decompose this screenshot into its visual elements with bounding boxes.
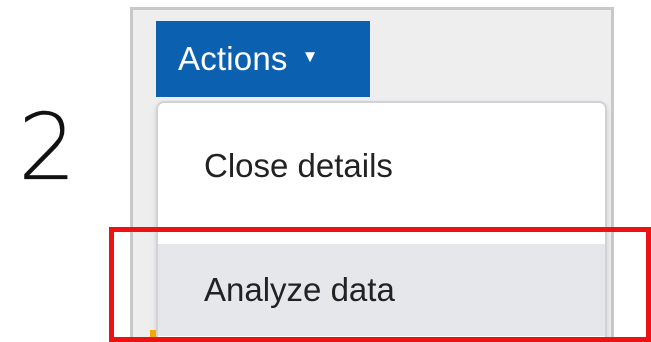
menu-item-close-details[interactable]: Close details bbox=[158, 129, 605, 203]
actions-menu-button[interactable]: Actions ▼ bbox=[156, 21, 370, 97]
caret-down-icon: ▼ bbox=[301, 47, 319, 66]
menu-item-label: Close details bbox=[204, 147, 393, 184]
actions-button-label: Actions bbox=[178, 40, 288, 77]
callout-highlight-box bbox=[109, 227, 651, 342]
step-number: 2 bbox=[18, 94, 77, 201]
tutorial-screenshot: 2 Actions ▼ Close details Analyze data bbox=[0, 0, 651, 342]
